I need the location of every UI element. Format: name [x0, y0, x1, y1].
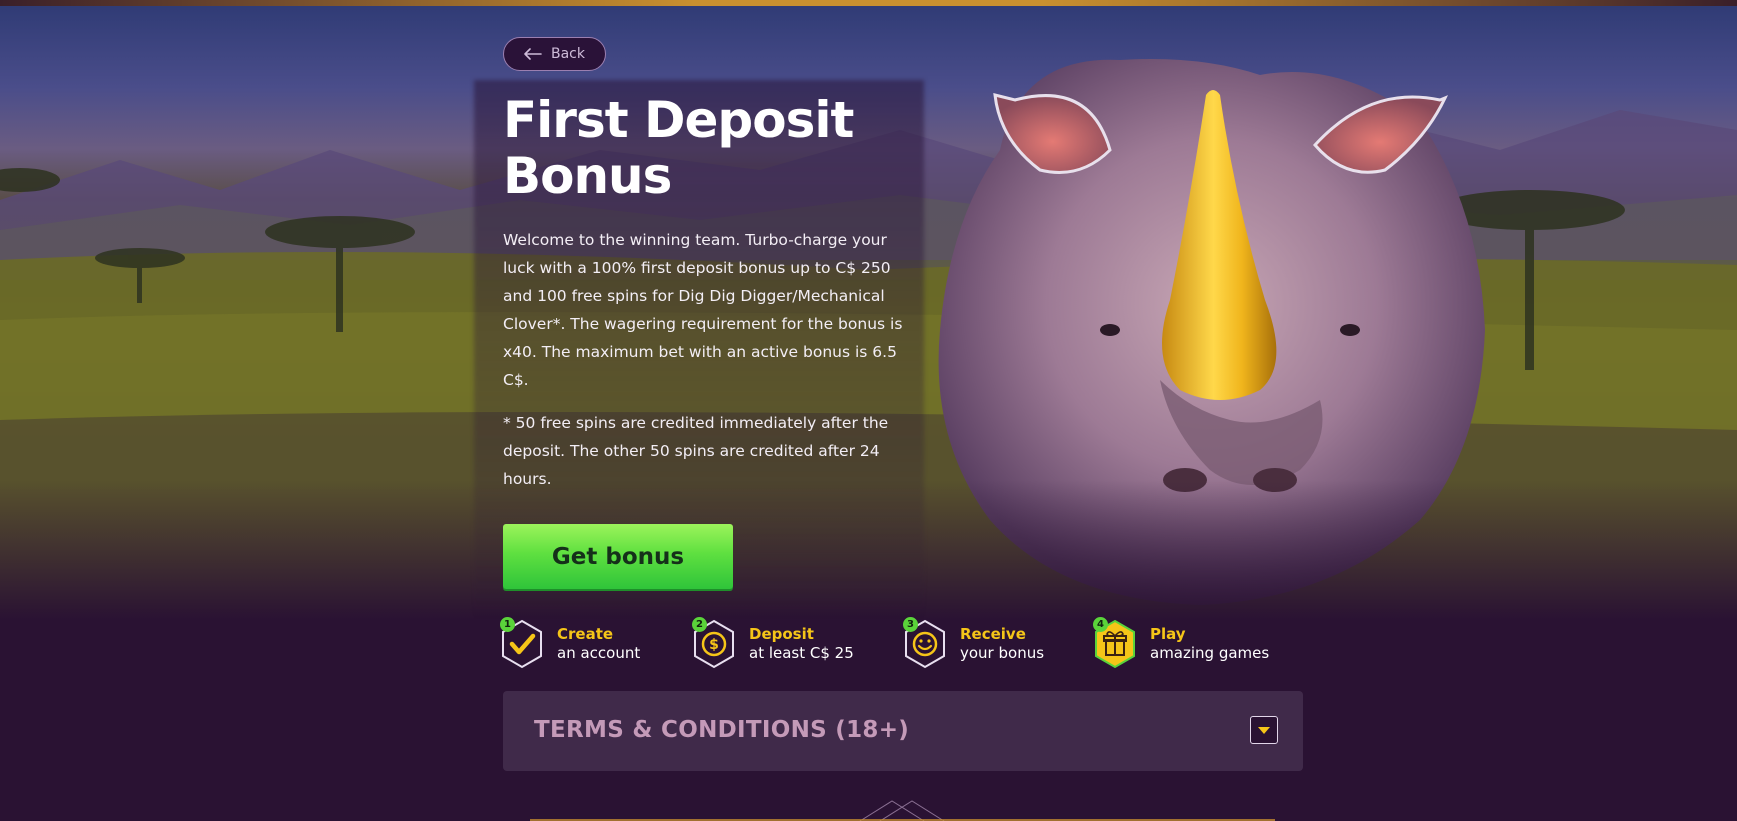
- step-play-games: 4 Play amazing games: [1093, 617, 1293, 669]
- step-create-account: 1 Create an account: [500, 617, 660, 669]
- step-subtitle: amazing games: [1150, 644, 1270, 662]
- step-number-badge: 2: [692, 617, 707, 632]
- bonus-description: Welcome to the winning team. Turbo-charg…: [503, 231, 903, 389]
- step-subtitle: an account: [557, 644, 641, 662]
- bonus-steps: 1 Create an account 2 $ Deposit at least…: [500, 617, 1320, 669]
- step-title: Create: [557, 625, 614, 643]
- step-number-badge: 1: [500, 617, 515, 632]
- page-title: First Deposit Bonus: [503, 91, 854, 205]
- step-title: Play: [1150, 625, 1186, 643]
- step-number-badge: 4: [1093, 617, 1108, 632]
- step-title: Deposit: [749, 625, 814, 643]
- section-divider: [530, 800, 1275, 821]
- get-bonus-button[interactable]: Get bonus: [503, 524, 733, 589]
- terms-title: TERMS & CONDITIONS (18+): [534, 717, 910, 743]
- terms-accordion[interactable]: TERMS & CONDITIONS (18+): [503, 691, 1303, 771]
- step-deposit: 2 $ Deposit at least C$ 25: [692, 617, 882, 669]
- svg-text:$: $: [709, 637, 719, 653]
- step-title: Receive: [960, 625, 1026, 643]
- arrow-left-icon: [524, 48, 542, 60]
- back-label: Back: [551, 46, 585, 62]
- step-subtitle: your bonus: [960, 644, 1045, 662]
- step-subtitle: at least C$ 25: [749, 644, 854, 662]
- back-button[interactable]: Back: [503, 37, 606, 71]
- terms-toggle-button[interactable]: [1250, 716, 1278, 744]
- free-spins-note: * 50 free spins are credited immediately…: [503, 414, 889, 488]
- step-number-badge: 3: [903, 617, 918, 632]
- top-accent-line: [0, 0, 1737, 6]
- step-receive-bonus: 3 Receive your bonus: [903, 617, 1073, 669]
- chevron-down-icon: [1258, 726, 1270, 734]
